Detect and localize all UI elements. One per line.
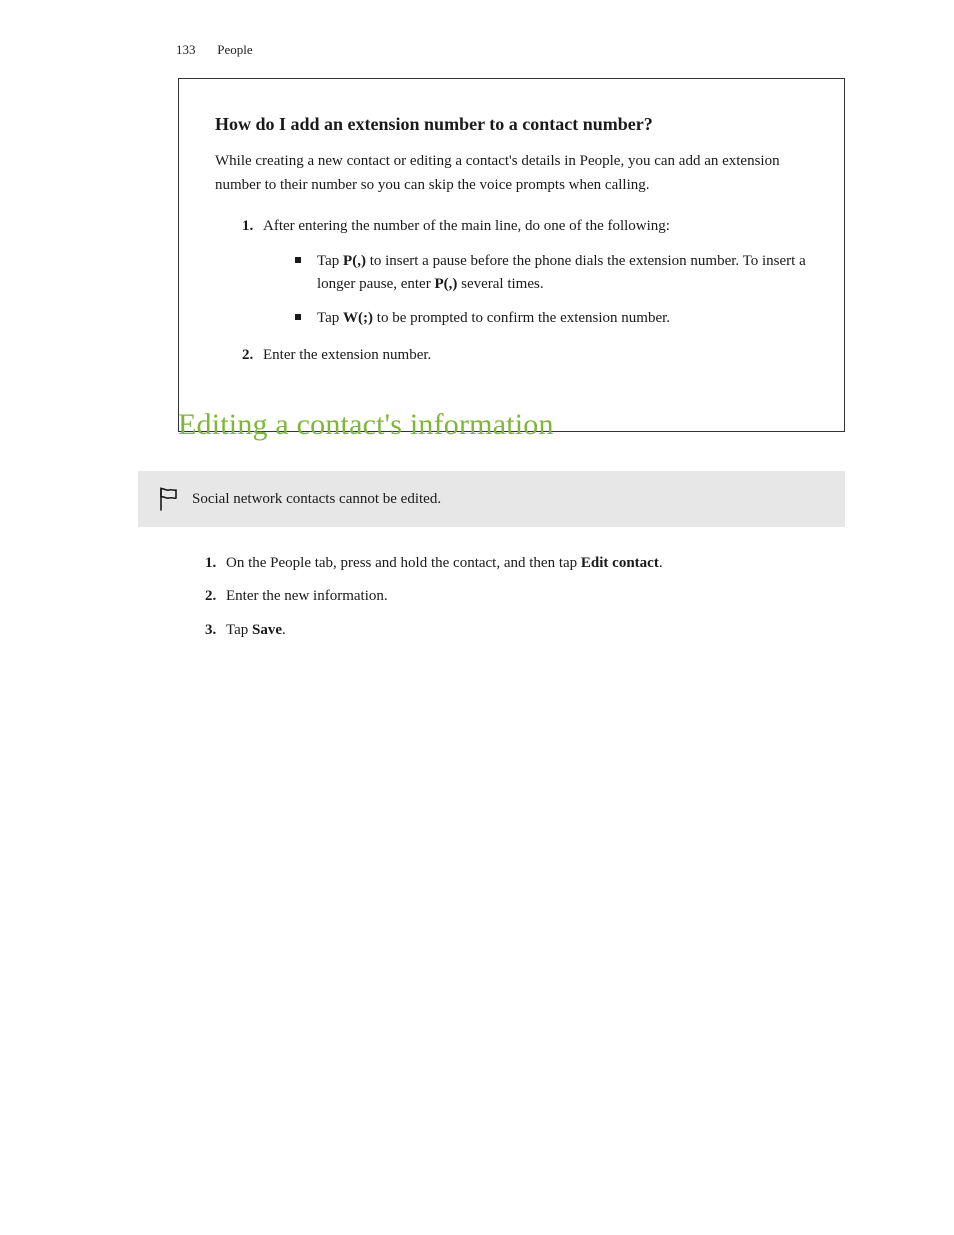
- faq-step-2-text: Enter the extension number.: [263, 347, 431, 363]
- text-fragment: Tap: [226, 622, 252, 638]
- faq-box: How do I add an extension number to a co…: [178, 78, 845, 432]
- bold-edit-contact: Edit contact: [581, 555, 659, 571]
- note-text: Social network contacts cannot be edited…: [184, 488, 441, 511]
- faq-bullet-2: Tap W(;) to be prompted to confirm the e…: [295, 307, 808, 330]
- edit-steps-list: On the People tab, press and hold the co…: [178, 552, 838, 642]
- edit-step-1: On the People tab, press and hold the co…: [220, 552, 838, 575]
- faq-intro: While creating a new contact or editing …: [215, 150, 808, 197]
- flag-icon: [152, 487, 184, 511]
- page-number: 133: [176, 42, 214, 58]
- text-fragment: .: [282, 622, 286, 638]
- text-fragment: to be prompted to confirm the extension …: [373, 310, 670, 326]
- section-name: People: [217, 42, 252, 58]
- section-heading-editing: Editing a contact's information: [178, 408, 554, 442]
- text-fragment: Tap: [317, 310, 343, 326]
- bold-p-comma: P(,): [343, 253, 366, 269]
- faq-step-2: Enter the extension number.: [257, 344, 808, 367]
- faq-step-1-text: After entering the number of the main li…: [263, 218, 670, 234]
- page-header: 133 People: [176, 42, 253, 58]
- faq-step-list: After entering the number of the main li…: [215, 215, 808, 367]
- document-page: 133 People How do I add an extension num…: [0, 0, 954, 1235]
- note-bar: Social network contacts cannot be edited…: [138, 471, 845, 527]
- text-fragment: several times.: [457, 276, 543, 292]
- text-fragment: On the People tab, press and hold the co…: [226, 555, 581, 571]
- text-fragment: .: [659, 555, 663, 571]
- faq-bullet-1: Tap P(,) to insert a pause before the ph…: [295, 250, 808, 297]
- faq-sub-list: Tap P(,) to insert a pause before the ph…: [263, 250, 808, 330]
- edit-step-3: Tap Save.: [220, 619, 838, 642]
- faq-title: How do I add an extension number to a co…: [215, 113, 808, 136]
- text-fragment: Tap: [317, 253, 343, 269]
- text-fragment: to insert a pause before the phone dials…: [317, 253, 806, 292]
- bold-p-comma-2: P(,): [434, 276, 457, 292]
- bold-w-semicolon: W(;): [343, 310, 373, 326]
- edit-step-2-text: Enter the new information.: [226, 588, 388, 604]
- bold-save: Save: [252, 622, 282, 638]
- faq-step-1: After entering the number of the main li…: [257, 215, 808, 330]
- edit-steps-block: On the People tab, press and hold the co…: [178, 552, 838, 652]
- edit-step-2: Enter the new information.: [220, 585, 838, 608]
